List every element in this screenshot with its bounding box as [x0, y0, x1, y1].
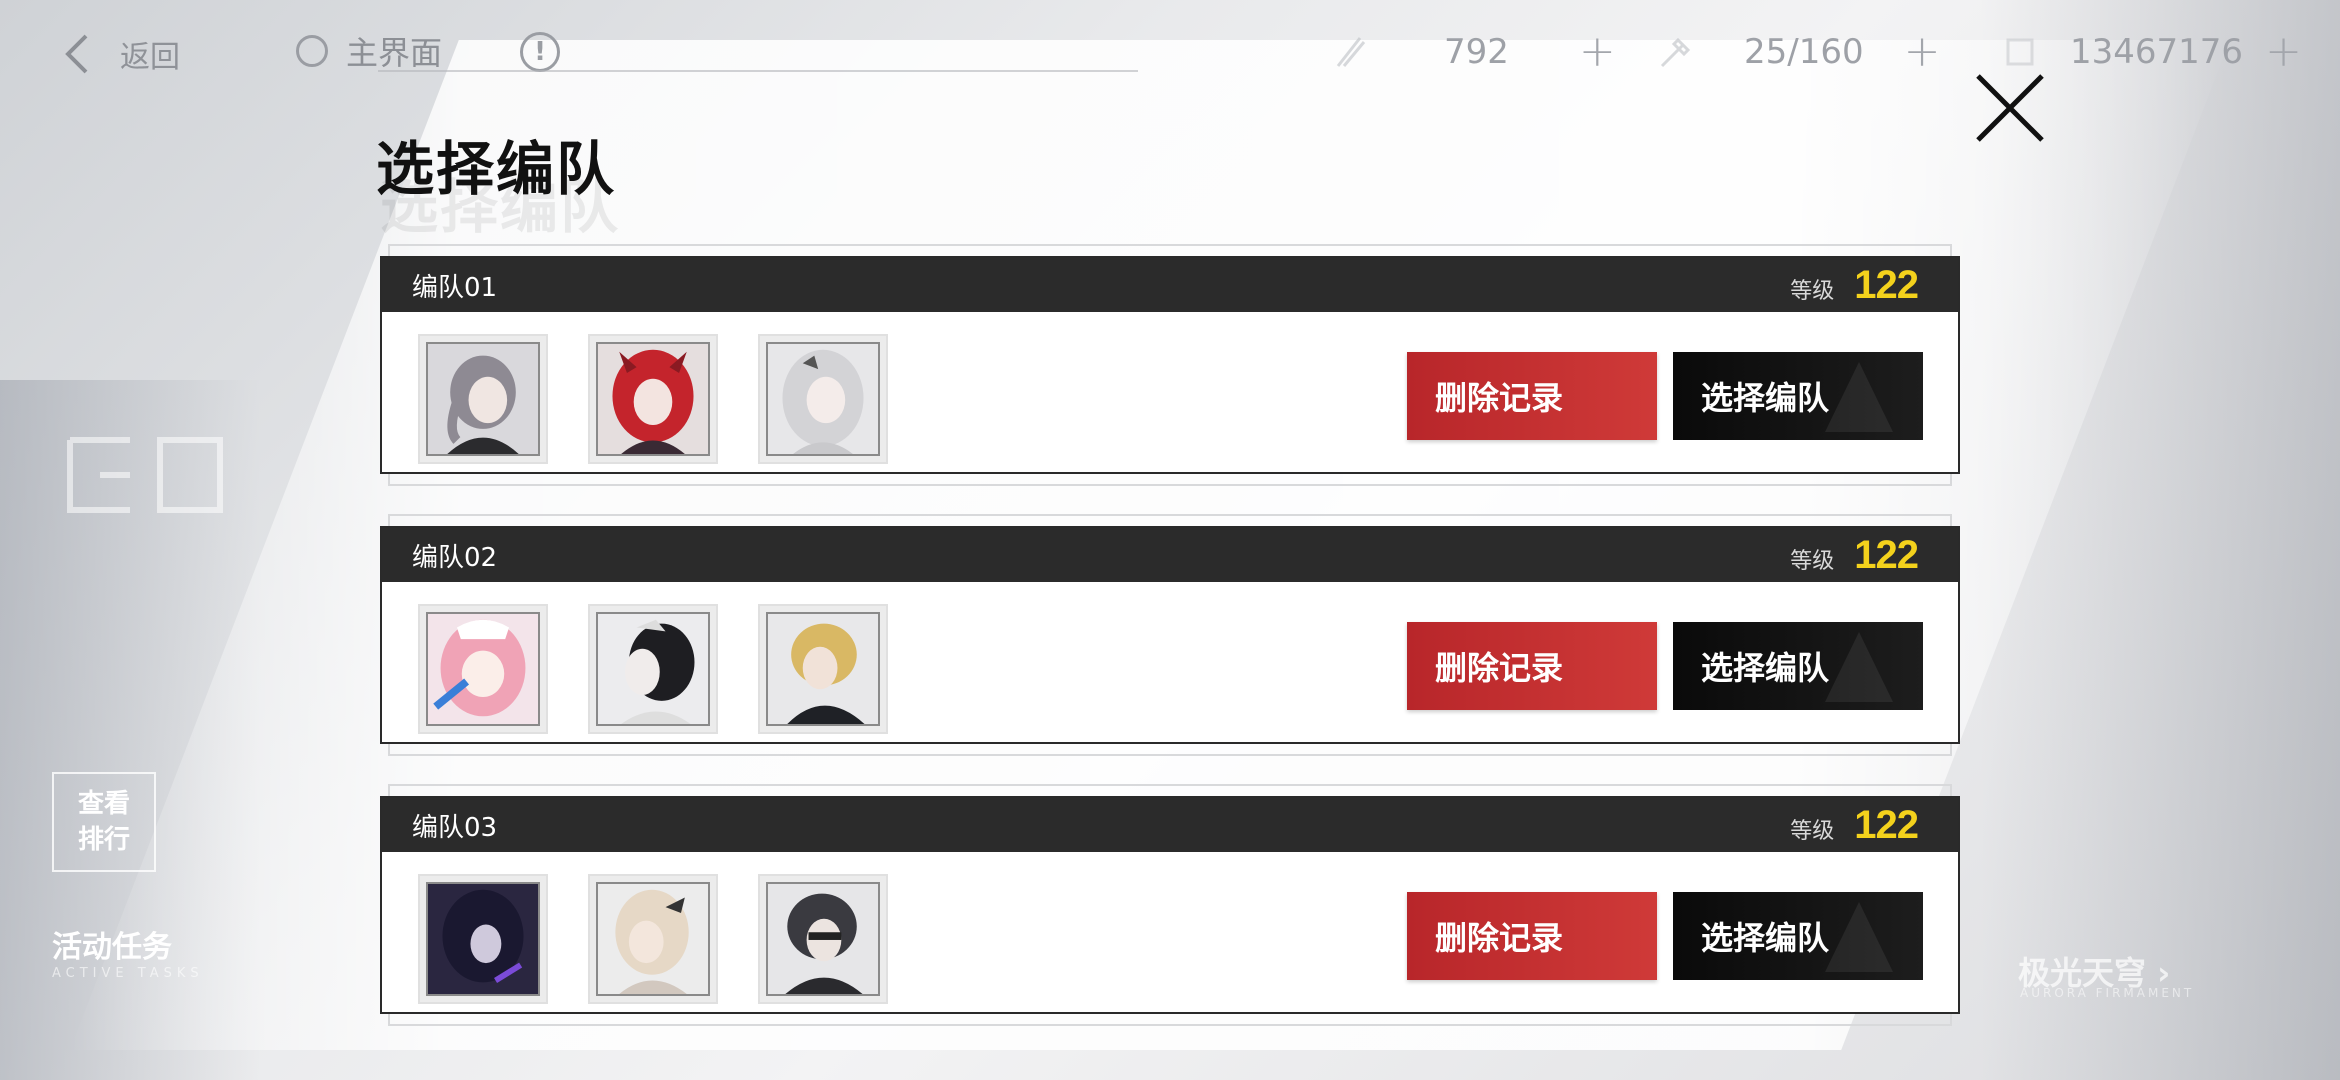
home-icon — [296, 35, 328, 67]
team-members — [418, 604, 888, 734]
team-members — [418, 874, 888, 1004]
member-avatar[interactable] — [758, 334, 888, 464]
member-avatar[interactable] — [758, 874, 888, 1004]
add-stamina-button[interactable]: + — [1579, 30, 1616, 74]
home-button[interactable]: 主界面 — [296, 28, 442, 74]
member-avatar[interactable] — [418, 874, 548, 1004]
delete-record-button[interactable]: 删除记录 — [1407, 352, 1657, 440]
card-frame — [388, 784, 1952, 796]
team-panel: 编队02 等级 122 删除记录 选择编队 — [380, 526, 1960, 744]
page-title: 选择编队 — [376, 135, 617, 203]
level-label: 等级 — [1790, 548, 1835, 574]
team-header: 编队03 等级 122 — [382, 798, 1958, 852]
ranking-label-line1: 查看 — [77, 789, 130, 819]
background-right-shade — [1980, 0, 2340, 1080]
team-members — [418, 334, 888, 464]
ranking-label-line2: 排行 — [77, 825, 130, 855]
level-label: 等级 — [1790, 278, 1835, 304]
select-team-button[interactable]: 选择编队 — [1673, 352, 1923, 440]
back-label: 返回 — [120, 40, 180, 75]
resource-stamina: 792 + — [1330, 30, 1616, 74]
card-frame — [388, 1014, 1952, 1026]
level-value: 122 — [1854, 802, 1919, 847]
character-portrait — [766, 882, 880, 996]
member-avatar[interactable] — [418, 334, 548, 464]
select-team-button[interactable]: 选择编队 — [1673, 622, 1923, 710]
character-portrait — [596, 342, 710, 456]
character-portrait — [766, 342, 880, 456]
card-frame — [388, 514, 1952, 526]
team-level: 等级 122 — [1790, 262, 1919, 308]
card-frame — [388, 744, 1952, 756]
add-keys-button[interactable]: + — [1904, 30, 1941, 74]
background-event-logo — [60, 420, 240, 554]
character-portrait — [426, 882, 540, 996]
key-icon — [1660, 37, 1691, 68]
info-icon[interactable]: ! — [520, 32, 560, 72]
team-name: 编队02 — [412, 542, 498, 573]
resource-coins: 13467176 + — [2000, 30, 2302, 74]
delete-record-button[interactable]: 删除记录 — [1407, 892, 1657, 980]
stamina-icon — [1336, 37, 1366, 67]
team-level: 等级 122 — [1790, 802, 1919, 848]
character-portrait — [596, 612, 710, 726]
home-label: 主界面 — [346, 34, 443, 72]
close-icon[interactable] — [1972, 70, 2048, 146]
character-portrait — [596, 882, 710, 996]
coins-value: 13467176 — [2070, 32, 2244, 72]
stamina-value: 792 — [1444, 32, 1509, 72]
team-name: 编队01 — [412, 272, 498, 303]
team-level: 等级 122 — [1790, 532, 1919, 578]
keys-value: 25/160 — [1744, 32, 1864, 72]
member-avatar[interactable] — [588, 874, 718, 1004]
aurora-sublabel: AURORA FIRMAMENT — [2020, 986, 2195, 1000]
member-avatar[interactable] — [758, 604, 888, 734]
active-tasks-button[interactable]: 活动任务 ACTIVE TASKS — [52, 922, 204, 981]
card-frame — [388, 244, 1952, 256]
add-coins-button[interactable]: + — [2265, 30, 2302, 74]
team-panel: 编队01 等级 122 删除记录 选择编队 — [380, 256, 1960, 474]
character-portrait — [766, 612, 880, 726]
active-tasks-sublabel: ACTIVE TASKS — [52, 966, 204, 981]
divider — [378, 70, 1138, 72]
character-portrait — [426, 612, 540, 726]
coin-icon — [2006, 38, 2034, 66]
member-avatar[interactable] — [418, 604, 548, 734]
character-portrait — [426, 342, 540, 456]
delete-record-button[interactable]: 删除记录 — [1407, 622, 1657, 710]
level-value: 122 — [1854, 262, 1919, 307]
team-header: 编队01 等级 122 — [382, 258, 1958, 312]
member-avatar[interactable] — [588, 334, 718, 464]
level-label: 等级 — [1790, 818, 1835, 844]
team-header: 编队02 等级 122 — [382, 528, 1958, 582]
chevron-left-icon — [65, 34, 88, 74]
level-value: 122 — [1854, 532, 1919, 577]
resource-keys: 25/160 + — [1656, 30, 1941, 74]
active-tasks-label: 活动任务 — [52, 930, 172, 965]
select-team-button[interactable]: 选择编队 — [1673, 892, 1923, 980]
back-button[interactable]: 返回 — [62, 26, 180, 82]
team-panel: 编队03 等级 122 删除记录 选择编队 — [380, 796, 1960, 1014]
member-avatar[interactable] — [588, 604, 718, 734]
team-name: 编队03 — [412, 812, 498, 843]
card-frame — [388, 474, 1952, 486]
view-ranking-button[interactable]: 查看 排行 — [52, 772, 156, 872]
